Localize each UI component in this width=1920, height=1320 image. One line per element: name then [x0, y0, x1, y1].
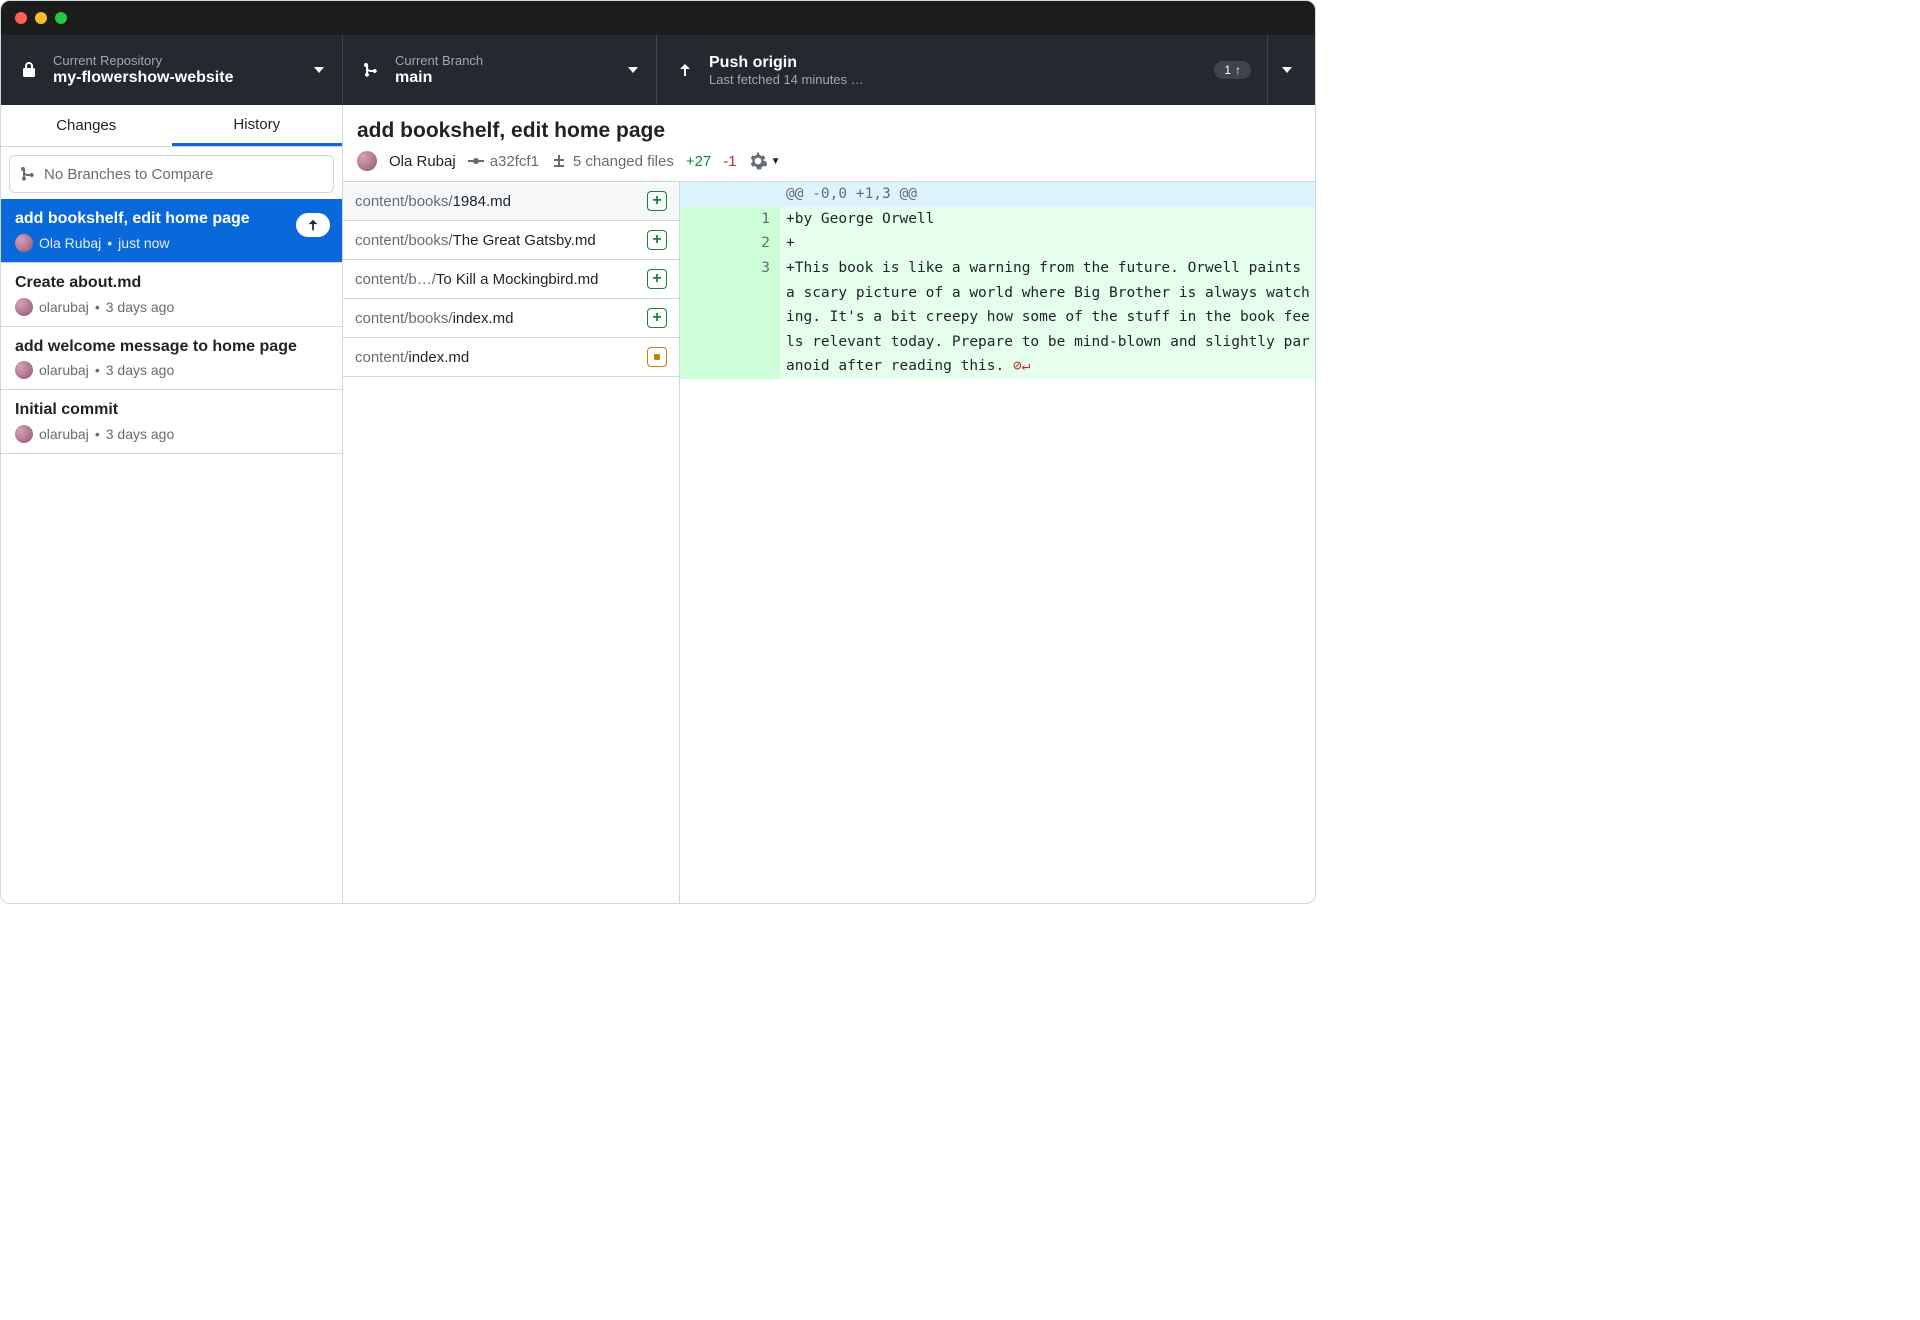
diff-hunk-header: @@ -0,0 +1,3 @@ — [680, 182, 1315, 207]
push-dropdown[interactable] — [1267, 35, 1305, 105]
traffic-lights — [15, 12, 67, 24]
content: Changes History No Branches to Compare a… — [1, 105, 1315, 903]
file-status-icon: + — [647, 191, 667, 211]
commit-detail: add bookshelf, edit home page Ola Rubaj … — [343, 105, 1315, 903]
file-path: content/index.md — [355, 349, 639, 366]
commit-header: add bookshelf, edit home page Ola Rubaj … — [343, 105, 1315, 181]
file-path: content/books/1984.md — [355, 193, 639, 210]
minimize-window-button[interactable] — [35, 12, 47, 24]
commit-item-author: olarubaj — [39, 426, 89, 442]
lock-icon — [19, 62, 39, 78]
commit-item-title: add welcome message to home page — [15, 337, 328, 358]
arrow-up-icon — [675, 62, 695, 78]
commit-item-author: olarubaj — [39, 299, 89, 315]
titlebar — [1, 1, 1315, 35]
git-branch-icon — [20, 166, 36, 182]
changed-files: 5 changed files — [551, 153, 674, 170]
chevron-down-icon — [314, 67, 324, 73]
file-status-icon — [647, 347, 667, 367]
deletions-count: -1 — [723, 153, 736, 170]
push-button[interactable]: Push origin Last fetched 14 minutes … 1↑ — [657, 35, 1315, 105]
push-indicator — [296, 213, 330, 237]
commit-icon — [468, 153, 484, 169]
tab-history[interactable]: History — [172, 105, 343, 146]
gear-icon — [749, 152, 767, 170]
diff-line: 3+This book is like a warning from the f… — [680, 256, 1315, 379]
tab-changes[interactable]: Changes — [1, 105, 172, 146]
commit-item-title: Initial commit — [15, 400, 328, 421]
sidebar: Changes History No Branches to Compare a… — [1, 105, 343, 903]
diff-view[interactable]: @@ -0,0 +1,3 @@1+by George Orwell2+3+Thi… — [680, 182, 1315, 903]
commit-item[interactable]: add welcome message to home page olarubaj… — [1, 327, 342, 391]
push-label: Push origin — [709, 53, 864, 72]
avatar — [15, 425, 33, 443]
commit-item[interactable]: Initial commitolarubaj•3 days ago — [1, 390, 342, 454]
commit-item[interactable]: Create about.mdolarubaj•3 days ago — [1, 263, 342, 327]
diff-area: content/books/1984.md+content/books/The … — [343, 181, 1315, 903]
avatar — [15, 298, 33, 316]
file-status-icon: + — [647, 230, 667, 250]
zoom-window-button[interactable] — [55, 12, 67, 24]
diff-line: 1+by George Orwell — [680, 207, 1315, 232]
additions-count: +27 — [686, 153, 711, 170]
repo-label: Current Repository — [53, 53, 233, 69]
file-row[interactable]: content/index.md — [343, 338, 679, 377]
commit-item-title: Create about.md — [15, 273, 328, 294]
chevron-down-icon — [1282, 67, 1292, 73]
compare-placeholder: No Branches to Compare — [44, 166, 213, 183]
commit-item-author: Ola Rubaj — [39, 235, 101, 251]
file-row[interactable]: content/b…/To Kill a Mockingbird.md + — [343, 260, 679, 299]
push-sublabel: Last fetched 14 minutes … — [709, 72, 864, 88]
app-window: Current Repository my-flowershow-website… — [0, 0, 1316, 904]
commit-sha: a32fcf1 — [468, 153, 539, 170]
avatar — [15, 361, 33, 379]
repo-name: my-flowershow-website — [53, 68, 233, 87]
repo-switcher[interactable]: Current Repository my-flowershow-website — [1, 35, 343, 105]
diff-icon — [551, 153, 567, 169]
commit-item-time: 3 days ago — [106, 362, 175, 378]
commit-author: Ola Rubaj — [389, 153, 456, 170]
file-status-icon: + — [647, 269, 667, 289]
git-branch-icon — [361, 62, 381, 78]
branch-label: Current Branch — [395, 53, 483, 69]
diff-line: 2+ — [680, 231, 1315, 256]
avatar — [357, 151, 377, 171]
commit-item-title: add bookshelf, edit home page — [15, 209, 328, 230]
file-status-icon: + — [647, 308, 667, 328]
file-row[interactable]: content/books/The Great Gatsby.md + — [343, 221, 679, 260]
commit-item-author: olarubaj — [39, 362, 89, 378]
compare-branches-select[interactable]: No Branches to Compare — [9, 155, 334, 193]
commit-title: add bookshelf, edit home page — [357, 119, 1301, 143]
push-count-badge: 1↑ — [1214, 61, 1251, 79]
file-path: content/b…/To Kill a Mockingbird.md — [355, 271, 639, 288]
commit-item-time: 3 days ago — [106, 299, 175, 315]
commit-item[interactable]: add bookshelf, edit home pageOla Rubaj•j… — [1, 199, 342, 263]
branch-name: main — [395, 68, 483, 87]
commit-list: add bookshelf, edit home pageOla Rubaj•j… — [1, 199, 342, 903]
close-window-button[interactable] — [15, 12, 27, 24]
avatar — [15, 234, 33, 252]
sidebar-tabs: Changes History — [1, 105, 342, 147]
diff-settings-button[interactable]: ▼ — [749, 152, 781, 170]
chevron-down-icon — [628, 67, 638, 73]
file-row[interactable]: content/books/index.md + — [343, 299, 679, 338]
file-row[interactable]: content/books/1984.md + — [343, 182, 679, 221]
file-path: content/books/index.md — [355, 310, 639, 327]
commit-item-time: just now — [118, 235, 169, 251]
file-list: content/books/1984.md+content/books/The … — [343, 182, 680, 903]
branch-switcher[interactable]: Current Branch main — [343, 35, 657, 105]
file-path: content/books/The Great Gatsby.md — [355, 232, 639, 249]
toolbar: Current Repository my-flowershow-website… — [1, 35, 1315, 105]
commit-item-time: 3 days ago — [106, 426, 175, 442]
